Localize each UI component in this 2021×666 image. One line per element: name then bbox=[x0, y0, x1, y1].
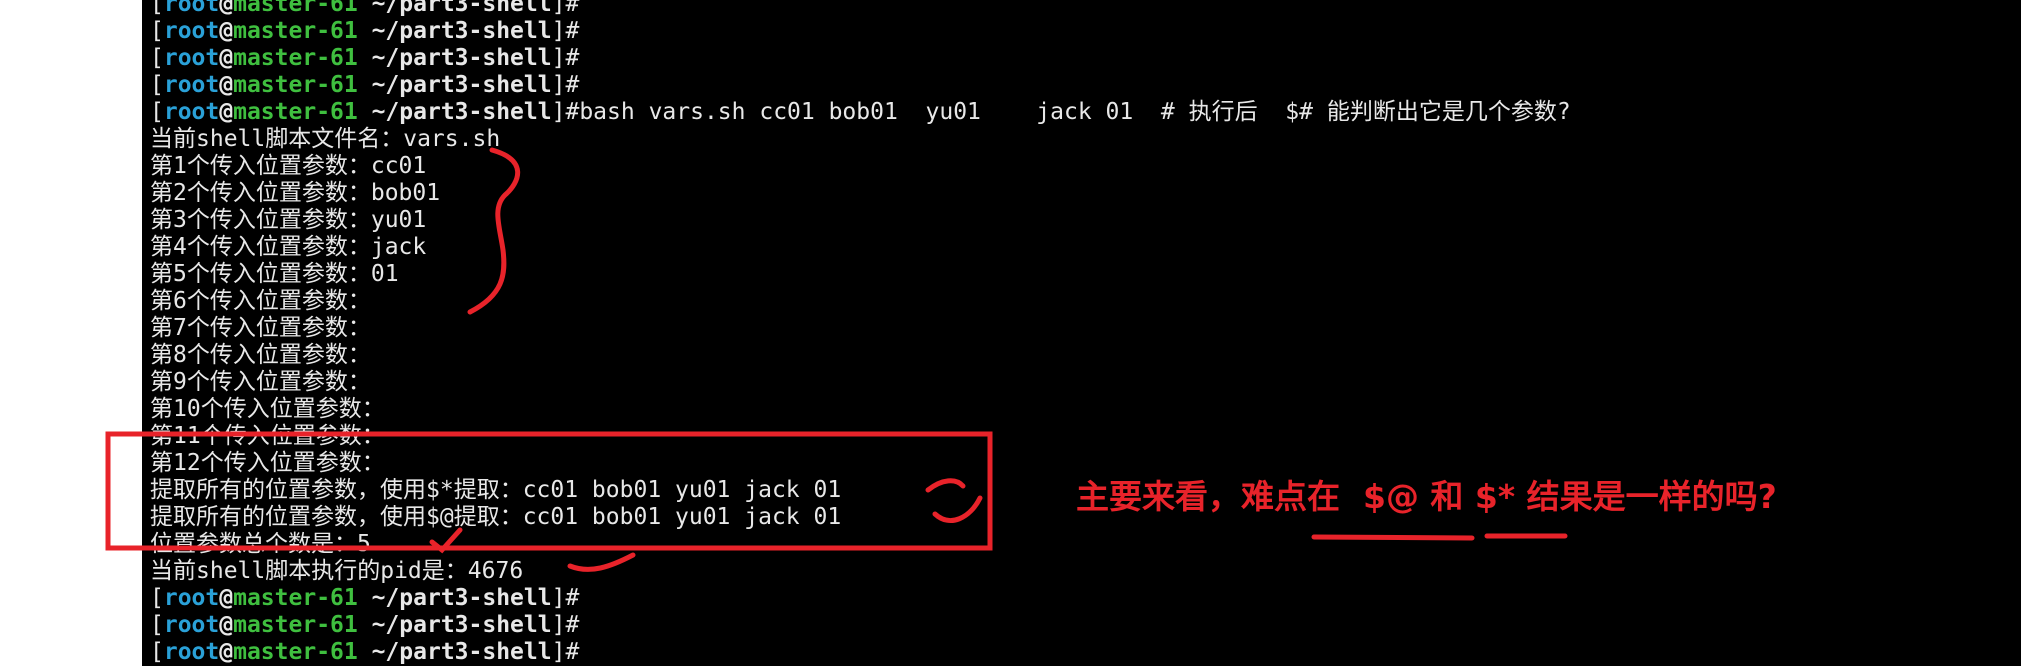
prompt-line: [root@master-61 ~/part3-shell]# bbox=[150, 612, 580, 638]
prompt-host: master-61 bbox=[233, 72, 358, 98]
prompt-user: root bbox=[163, 99, 220, 125]
prompt-host: master-61 bbox=[233, 612, 358, 638]
prompt-host: master-61 bbox=[233, 639, 358, 665]
prompt-path: ~/part3-shell bbox=[357, 639, 552, 665]
output-line: 第4个传入位置参数：jack bbox=[150, 234, 427, 260]
command-line: [root@master-61 ~/part3-shell]#bash vars… bbox=[150, 99, 1571, 125]
output-line: 位置参数总个数是：5 bbox=[150, 531, 371, 557]
terminal-lines: [root@master-61 ~/part3-shell]# [root@ma… bbox=[150, 0, 1571, 666]
annotation-text: 主要来看，难点在 $@ 和 $* 结果是一样的吗? bbox=[1076, 477, 1777, 516]
output-line: 第7个传入位置参数： bbox=[150, 315, 371, 341]
prompt-line: [root@master-61 ~/part3-shell]# bbox=[150, 639, 580, 665]
output-line: 当前shell脚本执行的pid是：4676 bbox=[150, 558, 524, 584]
output-line: 当前shell脚本文件名：vars.sh bbox=[150, 126, 501, 152]
prompt-line: [root@master-61 ~/part3-shell]# bbox=[150, 0, 1571, 18]
output-line: 第6个传入位置参数： bbox=[150, 288, 371, 314]
command-text: bash vars.sh cc01 bob01 yu01 jack 01 # 执… bbox=[579, 99, 1571, 125]
prompt-user: root bbox=[163, 72, 220, 98]
output-line: 第9个传入位置参数： bbox=[150, 369, 371, 395]
output-line: 第10个传入位置参数： bbox=[150, 396, 385, 422]
prompt-host: master-61 bbox=[233, 45, 358, 71]
prompt-line: [root@master-61 ~/part3-shell]# bbox=[150, 18, 580, 44]
prompt-user: root bbox=[163, 612, 220, 638]
prompt-path: ~/part3-shell bbox=[357, 18, 552, 44]
output-line: 第1个传入位置参数：cc01 bbox=[150, 153, 427, 179]
prompt-path: ~/part3-shell bbox=[357, 0, 552, 17]
prompt-user: root bbox=[163, 639, 220, 665]
prompt-user: root bbox=[163, 45, 220, 71]
output-line: 第5个传入位置参数：01 bbox=[150, 261, 399, 287]
prompt-path: ~/part3-shell bbox=[357, 99, 552, 125]
prompt-line: [root@master-61 ~/part3-shell]# bbox=[150, 72, 580, 98]
prompt-host: master-61 bbox=[233, 18, 358, 44]
prompt-path: ~/part3-shell bbox=[357, 72, 552, 98]
prompt-path: ~/part3-shell bbox=[357, 45, 552, 71]
output-line: 第8个传入位置参数： bbox=[150, 342, 371, 368]
output-line: 第3个传入位置参数：yu01 bbox=[150, 207, 427, 233]
prompt-path: ~/part3-shell bbox=[357, 585, 552, 611]
terminal-window[interactable]: [root@master-61 ~/part3-shell]# [root@ma… bbox=[142, 0, 2021, 666]
prompt-line: [root@master-61 ~/part3-shell]# bbox=[150, 585, 580, 611]
prompt-host: master-61 bbox=[233, 99, 358, 125]
prompt-host: master-61 bbox=[233, 585, 358, 611]
output-line: 第2个传入位置参数：bob01 bbox=[150, 180, 441, 206]
prompt-user: root bbox=[163, 585, 220, 611]
prompt-line: [root@master-61 ~/part3-shell]# bbox=[150, 45, 580, 71]
prompt-host: master-61 bbox=[233, 0, 358, 17]
prompt-path: ~/part3-shell bbox=[357, 612, 552, 638]
output-line: 第11个传入位置参数： bbox=[150, 423, 385, 449]
prompt-user: root bbox=[163, 18, 220, 44]
prompt-user: root bbox=[163, 0, 220, 17]
